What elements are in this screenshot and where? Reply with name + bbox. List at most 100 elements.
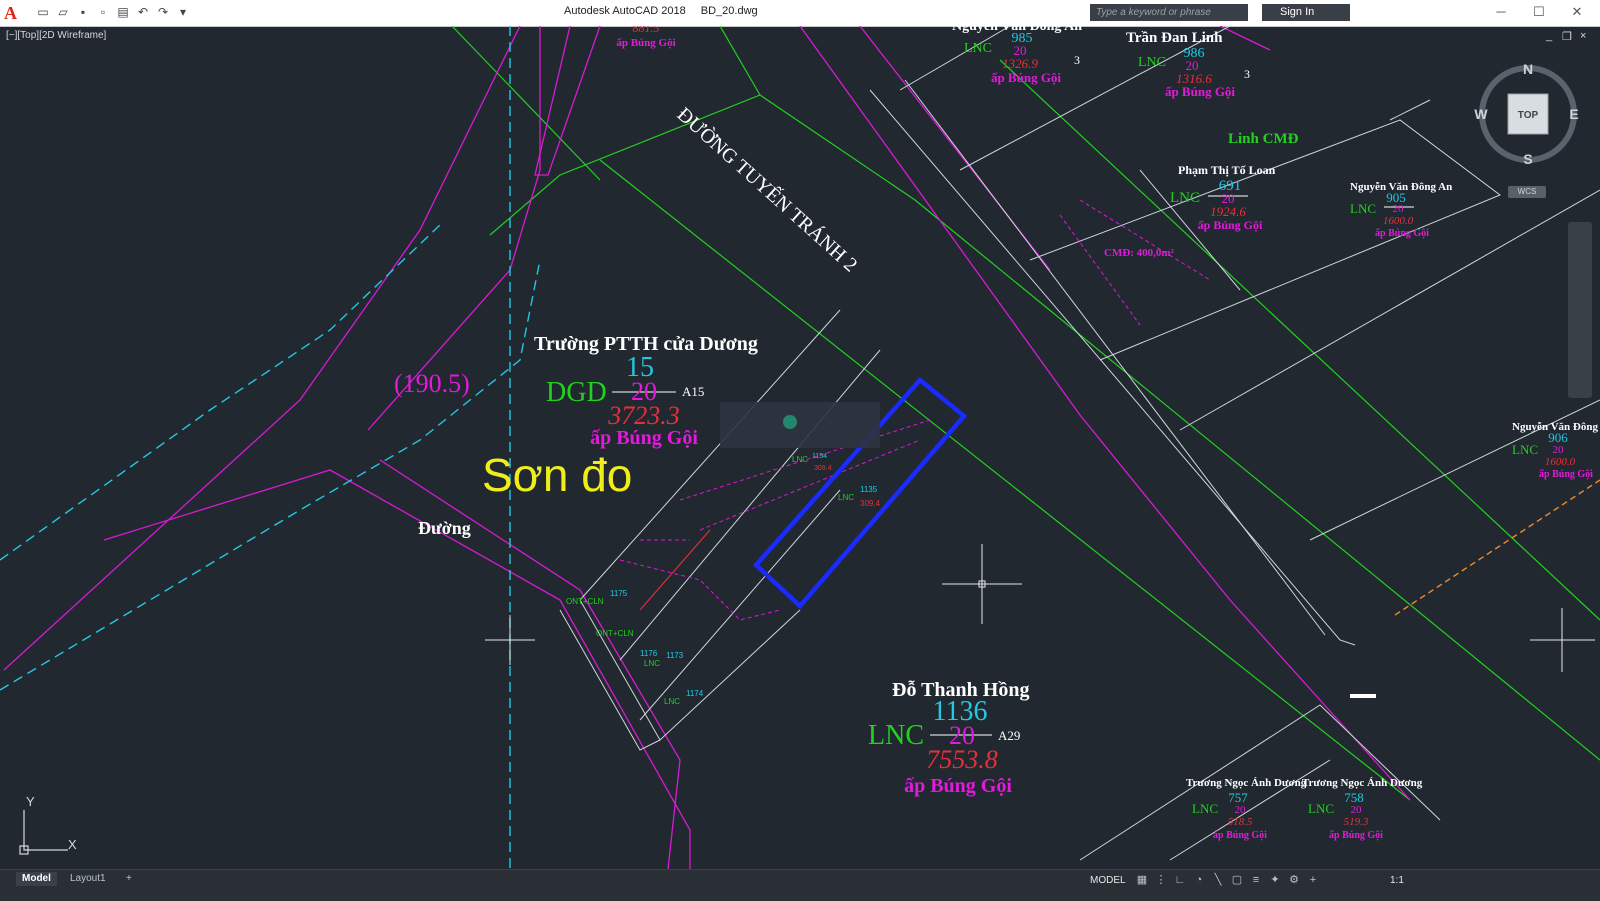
workspace-icon[interactable]: ⚙ [1286, 872, 1302, 888]
parcel-owner: Trương Ngọc Ánh Dương [1302, 777, 1423, 789]
ucs-icon [19, 810, 68, 855]
parcel-land-code: LNC [1138, 55, 1166, 70]
compass-south[interactable]: S [1523, 151, 1532, 167]
small-label: 1174 [686, 689, 704, 698]
road-label: Đường [418, 518, 471, 538]
magenta-dashed-parcels [619, 199, 1211, 621]
ortho-icon[interactable]: ∟ [1172, 872, 1188, 888]
parcel-label-duong-2[interactable]: Trương Ngọc Ánh Dương 758 LNC 20 519.3 ấ… [1302, 777, 1423, 841]
parcel-place: ấp Búng Gội [904, 775, 1012, 797]
blurred-spot [783, 415, 797, 429]
parcel-land-code: LNC [1308, 801, 1334, 816]
small-label: 1173 [666, 651, 684, 660]
red-line [639, 529, 711, 611]
viewcube[interactable]: TOP N S E W [1474, 61, 1578, 167]
redo-icon[interactable]: ↷ [154, 3, 172, 21]
viewport-minimize-button[interactable]: _ [1546, 30, 1552, 42]
parcel-label-dong-right[interactable]: Nguyễn Văn Đông 906 LNC 20 1600.0 ấp Bún… [1512, 421, 1598, 480]
undo-icon[interactable]: ↶ [134, 3, 152, 21]
parcel-place: ấp Búng Gội [1375, 228, 1429, 239]
cyan-dashed-lines [0, 26, 541, 869]
small-label: 1175 [610, 589, 628, 598]
parcel-owner: Phạm Thị Tố Loan [1178, 163, 1276, 177]
navigation-bar[interactable] [1568, 222, 1592, 398]
chevron-down-icon[interactable]: ▾ [174, 3, 192, 21]
snap-icon[interactable]: ⋮ [1153, 872, 1169, 888]
parcel-place: ấp Búng Gội [1329, 830, 1383, 841]
compass-east[interactable]: E [1569, 106, 1578, 122]
quick-access-toolbar: ▭ ▱ ▪ ▫ ▤ ↶ ↷ ▾ [34, 3, 192, 23]
lineweight-icon[interactable]: ≡ [1248, 872, 1264, 888]
sign-in-button[interactable]: Sign In [1262, 4, 1351, 21]
small-label: ONT+CLN [596, 629, 634, 638]
viewport-label[interactable]: [−][Top][2D Wireframe] [6, 30, 106, 41]
parcel-area: 1600.0 [1383, 215, 1414, 227]
small-label: 1176 [640, 649, 658, 658]
blurred-patch [720, 402, 880, 448]
cmd-area-label: CMĐ: 400,0m² [1104, 247, 1175, 259]
parcel-label-top-cut[interactable]: 881.5 ấp Búng Gội [616, 26, 675, 49]
parcel-area: 1924.6 [1210, 204, 1246, 219]
wcs-dropdown[interactable]: WCS [1508, 186, 1546, 198]
tab-layout1[interactable]: Layout1 [64, 872, 112, 886]
small-label: 1135 [860, 485, 878, 494]
viewport-close-button[interactable]: × [1580, 30, 1586, 42]
parcel-label-top-b[interactable]: Trần Đan Linh 986 LNC 20 1316.6 3 ấp Bún… [1126, 30, 1250, 99]
tab-model[interactable]: Model [16, 872, 57, 886]
parcel-label-top-a[interactable]: Nguyễn Văn Đông An 985 LNC 20 1326.9 3 ấ… [952, 26, 1082, 85]
save-icon[interactable]: ▪ [74, 3, 92, 21]
print-icon[interactable]: ▤ [114, 3, 132, 21]
parcel-area: 7553.8 [926, 745, 998, 774]
small-label: LNC [664, 697, 680, 706]
parcel-label-loan[interactable]: Phạm Thị Tố Loan 691 LNC 20 1924.6 ấp Bú… [1170, 163, 1276, 232]
parcel-place: ấp Búng Gội [1198, 218, 1263, 232]
polar-icon[interactable]: ◔ [1191, 872, 1207, 888]
viewcube-top-face[interactable]: TOP [1518, 110, 1539, 121]
parcel-number: 757 [1228, 790, 1248, 805]
model-space-button[interactable]: MODEL [1090, 875, 1126, 886]
minimize-button[interactable]: ─ [1486, 2, 1516, 22]
annotation-icon[interactable]: ✦ [1267, 872, 1283, 888]
open-folder-icon[interactable]: ▱ [54, 3, 72, 21]
parcel-land-code: LNC [1512, 442, 1538, 457]
maximize-button[interactable]: ☐ [1524, 2, 1554, 22]
small-label: 309.4 [860, 499, 881, 508]
yellow-annotation: Sơn đo [482, 449, 632, 501]
parcel-area: 519.3 [1344, 816, 1369, 828]
small-label: LNC [838, 493, 854, 502]
parcel-area: 1326.9 [1002, 56, 1038, 71]
autocad-logo-icon[interactable]: A [4, 3, 24, 23]
small-label: 309.4 [814, 465, 832, 472]
drawing-canvas[interactable]: Y X TOP N S E W ĐƯỜNG TUYẾN TRÁNH 2 Đườn… [0, 26, 1600, 869]
compass-west[interactable]: W [1474, 106, 1488, 122]
window-title: Autodesk AutoCAD 2018 BD_20.dwg [564, 5, 758, 17]
title-bar: A ▭ ▱ ▪ ▫ ▤ ↶ ↷ ▾ Autodesk AutoCAD 2018 … [0, 0, 1600, 27]
isodraft-icon[interactable]: ╲ [1210, 872, 1226, 888]
annotation-scale[interactable]: 1:1 [1390, 875, 1404, 886]
file-name: BD_20.dwg [700, 5, 758, 17]
parcel-label-duong-1[interactable]: Trương Ngọc Ánh Dương 757 LNC 20 518.5 ấ… [1186, 777, 1307, 841]
parcel-owner: Trần Đan Linh [1126, 30, 1223, 46]
osnap-icon[interactable]: ▢ [1229, 872, 1245, 888]
close-button[interactable]: ✕ [1562, 2, 1592, 22]
small-label: 1154 [812, 453, 827, 460]
parcel-suffix: A29 [998, 728, 1020, 743]
parcel-land-code: LNC [1350, 201, 1376, 216]
add-layout-button[interactable]: + [120, 872, 138, 886]
small-label: LNC [792, 455, 808, 464]
parcel-label-hong[interactable]: Đỗ Thanh Hồng 1136 LNC 20 A29 7553.8 ấp … [868, 679, 1029, 797]
parcel-place: ấp Búng Gội [616, 37, 675, 49]
parcel-area: 518.5 [1228, 816, 1253, 828]
parcel-place: ấp Búng Gội [1213, 830, 1267, 841]
parcel-extra: 3 [1244, 67, 1250, 81]
plus-icon[interactable]: + [1305, 872, 1321, 888]
grid-icon[interactable]: ▦ [1134, 872, 1150, 888]
viewport-restore-button[interactable]: ❐ [1562, 30, 1572, 43]
parcel-sheet: 20 [1553, 444, 1565, 456]
new-file-icon[interactable]: ▭ [34, 3, 52, 21]
parcel-place: ấp Búng Gội [590, 427, 698, 449]
search-input[interactable]: Type a keyword or phrase [1090, 4, 1248, 21]
parcel-label-dong-an[interactable]: Nguyễn Văn Đông An 905 LNC 20 1600.0 ấp … [1350, 181, 1452, 239]
save-as-icon[interactable]: ▫ [94, 3, 112, 21]
compass-north[interactable]: N [1523, 61, 1533, 77]
